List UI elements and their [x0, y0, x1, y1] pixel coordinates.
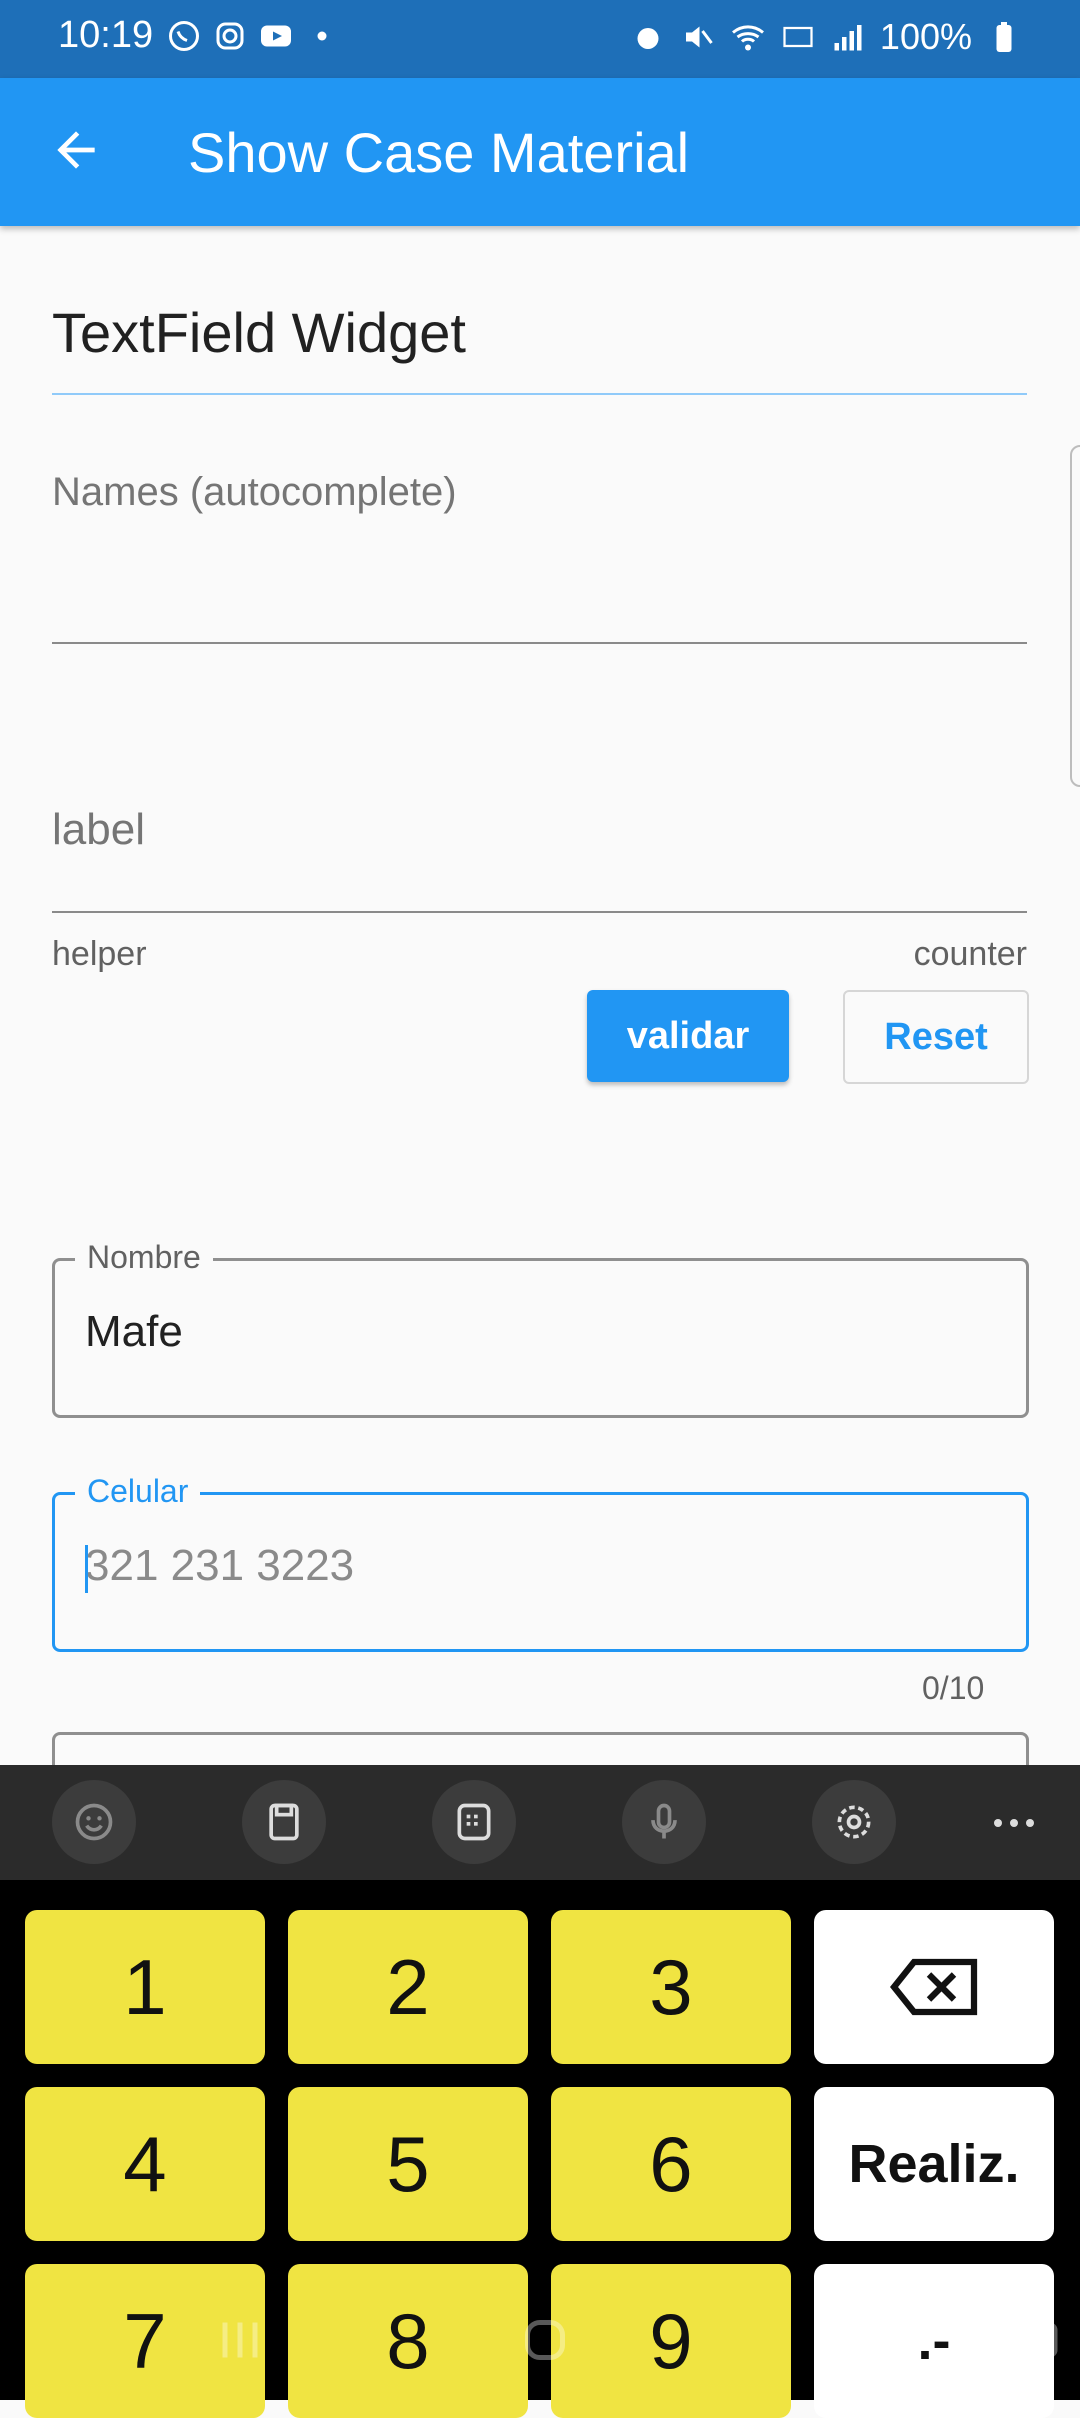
key-8[interactable]: 8: [288, 2264, 528, 2418]
more-icon: [994, 1819, 1034, 1827]
settings-icon: [837, 1805, 871, 1839]
key-4[interactable]: 4: [25, 2087, 265, 2241]
section-title: TextField Widget: [52, 301, 466, 364]
key-6[interactable]: 6: [551, 2087, 791, 2241]
key-9[interactable]: 9: [551, 2264, 791, 2418]
celular-placeholder: 321 231 3223: [85, 1541, 355, 1590]
keypad-icon: [457, 1803, 491, 1841]
names-autocomplete-input[interactable]: [52, 642, 1027, 644]
status-system-icons: 100%: [630, 16, 1022, 58]
hide-keyboard-icon[interactable]: [815, 2310, 875, 2370]
signal-icon: [834, 25, 862, 51]
section-divider: [52, 393, 1027, 395]
key-3[interactable]: 3: [551, 1910, 791, 2064]
whatsapp-icon: [169, 21, 199, 51]
dot-icon: [317, 31, 327, 41]
helper-text: helper: [52, 935, 147, 973]
celular-label: Celular: [75, 1473, 201, 1510]
battery-percent: 100%: [879, 16, 972, 57]
alarm-icon: [637, 28, 659, 49]
backspace-icon: [889, 1958, 978, 2016]
done-key[interactable]: Realiz.: [814, 2087, 1054, 2241]
settings-button[interactable]: [812, 1780, 896, 1864]
key-2[interactable]: 2: [288, 1910, 528, 2064]
celular-field[interactable]: Celular 321 231 3223: [52, 1473, 1029, 1652]
nombre-field[interactable]: Nombre Mafe: [52, 1239, 1029, 1418]
home-icon[interactable]: [515, 2310, 575, 2370]
emoji-icon: [75, 1803, 113, 1841]
keyboard-toolbar: [0, 1765, 1080, 1880]
backspace-key[interactable]: [814, 1910, 1054, 2064]
youtube-icon: [261, 25, 291, 47]
keyboard-switch-icon[interactable]: [990, 2310, 1060, 2370]
wifi-icon: [731, 25, 764, 51]
label-field-input[interactable]: [52, 911, 1027, 913]
app-bar-title: Show Case Material: [188, 121, 690, 184]
keypad-button[interactable]: [432, 1780, 516, 1864]
status-time: 10:19: [58, 14, 154, 56]
status-bar: 10:19 100%: [0, 0, 1080, 78]
mute-icon: [685, 26, 713, 48]
key-5[interactable]: 5: [288, 2087, 528, 2241]
app-bar: Show Case Material: [0, 78, 1080, 226]
counter-text: counter: [913, 935, 1027, 973]
scroll-handle[interactable]: [1070, 445, 1080, 787]
label-field-label: label: [52, 805, 145, 854]
nombre-label: Nombre: [75, 1239, 213, 1276]
text-cursor: [85, 1545, 88, 1593]
battery-icon: [996, 22, 1012, 52]
clipboard-button[interactable]: [242, 1780, 326, 1864]
more-button[interactable]: [990, 1805, 1038, 1846]
back-arrow-icon[interactable]: [48, 122, 104, 178]
mic-icon: [651, 1803, 677, 1839]
celular-counter: 0/10: [922, 1670, 985, 1706]
lte-icon: [783, 26, 813, 48]
instagram-icon: [216, 22, 244, 50]
mic-button[interactable]: [622, 1780, 706, 1864]
validar-button[interactable]: validar: [587, 990, 789, 1082]
reset-button[interactable]: Reset: [843, 990, 1029, 1084]
clipboard-icon: [269, 1803, 299, 1841]
recent-apps-icon[interactable]: [210, 2310, 270, 2370]
names-autocomplete-label: Names (autocomplete): [52, 470, 457, 514]
nombre-value: Mafe: [85, 1307, 183, 1356]
key-1[interactable]: 1: [25, 1910, 265, 2064]
emoji-button[interactable]: [52, 1780, 136, 1864]
status-notification-icons: [166, 18, 340, 54]
